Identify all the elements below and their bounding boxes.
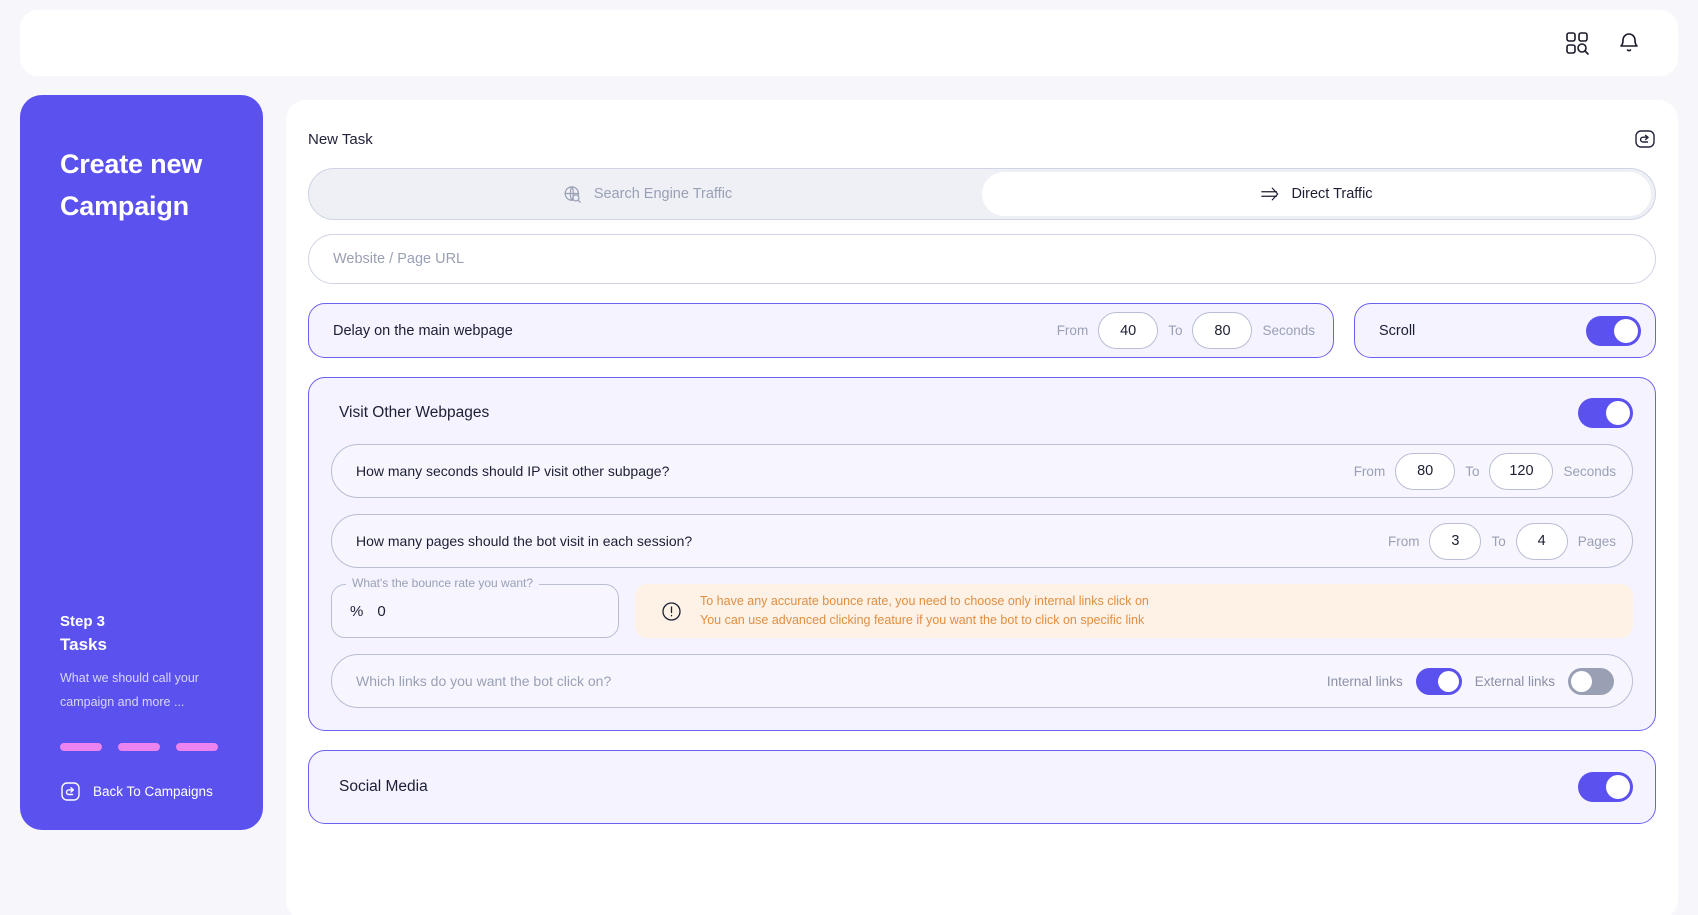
which-links-row: Which links do you want the bot click on… [331, 654, 1633, 708]
collapse-panel-icon[interactable] [1634, 128, 1656, 150]
sidebar: Create new Campaign Step 3 Tasks What we… [20, 95, 263, 830]
seconds-from-label: From [1353, 463, 1386, 479]
bell-icon[interactable] [1616, 30, 1642, 56]
visit-other-webpages-toggle[interactable] [1578, 398, 1633, 428]
back-arrow-box-icon [60, 781, 81, 802]
delay-main-webpage-panel: Delay on the main webpage From To Second… [308, 303, 1334, 358]
external-links-label: External links [1474, 673, 1555, 689]
pages-to-input[interactable] [1515, 522, 1568, 560]
links-toggle-group: Internal links External links [1326, 667, 1614, 695]
social-media-toggle[interactable] [1578, 772, 1633, 802]
warning-line-1: To have any accurate bounce rate, you ne… [700, 594, 1149, 608]
bounce-rate-legend: What's the bounce rate you want? [346, 576, 540, 590]
bounce-rate-warning-text: To have any accurate bounce rate, you ne… [700, 592, 1149, 630]
seconds-to-label: To [1465, 463, 1480, 479]
toggle-knob [1571, 670, 1592, 692]
progress-dot [176, 743, 218, 751]
toggle-knob [1606, 401, 1630, 425]
toggle-knob [1614, 318, 1638, 343]
delay-to-label: To [1168, 323, 1183, 338]
delay-from-label: From [1056, 323, 1089, 338]
pages-from-input[interactable] [1429, 522, 1482, 560]
back-to-campaigns-button[interactable]: Back To Campaigns [60, 781, 223, 802]
step-number-label: Step 3 [60, 613, 106, 630]
tab-search-engine-traffic-label: Search Engine Traffic [593, 186, 733, 202]
step-name-label: Tasks [60, 635, 107, 654]
main-panel: New Task Search Engine Traffic Direct Tr… [286, 100, 1678, 915]
delay-from-input[interactable] [1098, 312, 1159, 349]
traffic-type-tabs: Search Engine Traffic Direct Traffic [308, 168, 1656, 220]
sidebar-footer: Step 3 Tasks What we should call your ca… [60, 613, 223, 802]
top-bar [20, 10, 1678, 76]
progress-dot [60, 743, 102, 751]
warning-line-2: You can use advanced clicking feature if… [700, 613, 1145, 627]
delay-label: Delay on the main webpage [333, 322, 513, 339]
app-root: Create new Campaign Step 3 Tasks What we… [0, 0, 1698, 915]
visit-other-webpages-header: Visit Other Webpages [331, 396, 1633, 428]
delay-unit-label: Seconds [1262, 323, 1315, 338]
website-url-input[interactable] [308, 234, 1656, 284]
step-description: What we should call your campaign and mo… [60, 671, 199, 709]
sidebar-title: Create new Campaign [60, 143, 223, 227]
seconds-per-subpage-label: How many seconds should IP visit other s… [356, 463, 670, 479]
pages-unit-label: Pages [1577, 533, 1616, 549]
seconds-unit-label: Seconds [1563, 463, 1616, 479]
scroll-toggle[interactable] [1586, 315, 1641, 346]
delay-and-scroll-row: Delay on the main webpage From To Second… [308, 303, 1656, 358]
bounce-rate-field: What's the bounce rate you want? % [331, 576, 619, 638]
tab-direct-traffic-label: Direct Traffic [1291, 186, 1373, 202]
bounce-rate-line: What's the bounce rate you want? % To ha… [331, 576, 1633, 638]
pages-per-session-row: How many pages should the bot visit in e… [331, 514, 1633, 568]
delay-to-input[interactable] [1192, 312, 1253, 349]
alert-circle-icon [661, 601, 682, 622]
external-links-toggle[interactable] [1568, 667, 1614, 695]
pages-per-session-label: How many pages should the bot visit in e… [356, 533, 693, 549]
internal-links-label: Internal links [1326, 673, 1403, 689]
visit-other-webpages-title: Visit Other Webpages [339, 404, 490, 421]
scroll-label: Scroll [1379, 322, 1416, 339]
visit-other-webpages-panel: Visit Other Webpages How many seconds sh… [308, 377, 1656, 731]
delay-range: From To Seconds [1057, 312, 1315, 349]
social-media-panel: Social Media [308, 750, 1656, 824]
scroll-panel: Scroll [1354, 303, 1656, 358]
which-links-placeholder[interactable]: Which links do you want the bot click on… [356, 673, 611, 689]
qr-scan-icon[interactable] [1564, 30, 1590, 56]
percent-sign-label: % [350, 602, 364, 620]
toggle-knob [1606, 775, 1630, 799]
bounce-rate-warning: To have any accurate bounce rate, you ne… [635, 584, 1633, 638]
progress-dot [118, 743, 160, 751]
tab-search-engine-traffic[interactable]: Search Engine Traffic [313, 172, 982, 216]
page-title: New Task [308, 130, 373, 148]
seconds-from-input[interactable] [1395, 452, 1456, 490]
tab-direct-traffic[interactable]: Direct Traffic [982, 172, 1651, 216]
seconds-to-input[interactable] [1489, 452, 1554, 490]
pages-per-session-range: From To Pages [1387, 522, 1616, 560]
double-arrow-right-icon [1260, 184, 1280, 204]
back-to-campaigns-label: Back To Campaigns [93, 784, 213, 799]
seconds-per-subpage-range: From To Seconds [1353, 452, 1616, 490]
bounce-rate-input[interactable] [377, 602, 600, 620]
sidebar-title-line2: Campaign [60, 191, 189, 221]
step-progress-dots [60, 743, 223, 751]
main-header: New Task [308, 122, 1656, 156]
seconds-per-subpage-row: How many seconds should IP visit other s… [331, 444, 1633, 498]
pages-from-label: From [1387, 533, 1420, 549]
globe-search-icon [563, 184, 583, 204]
pages-to-label: To [1491, 533, 1506, 549]
social-media-title: Social Media [339, 778, 428, 795]
internal-links-toggle[interactable] [1415, 667, 1462, 695]
sidebar-title-line1: Create new [60, 149, 203, 179]
toggle-knob [1437, 670, 1459, 692]
